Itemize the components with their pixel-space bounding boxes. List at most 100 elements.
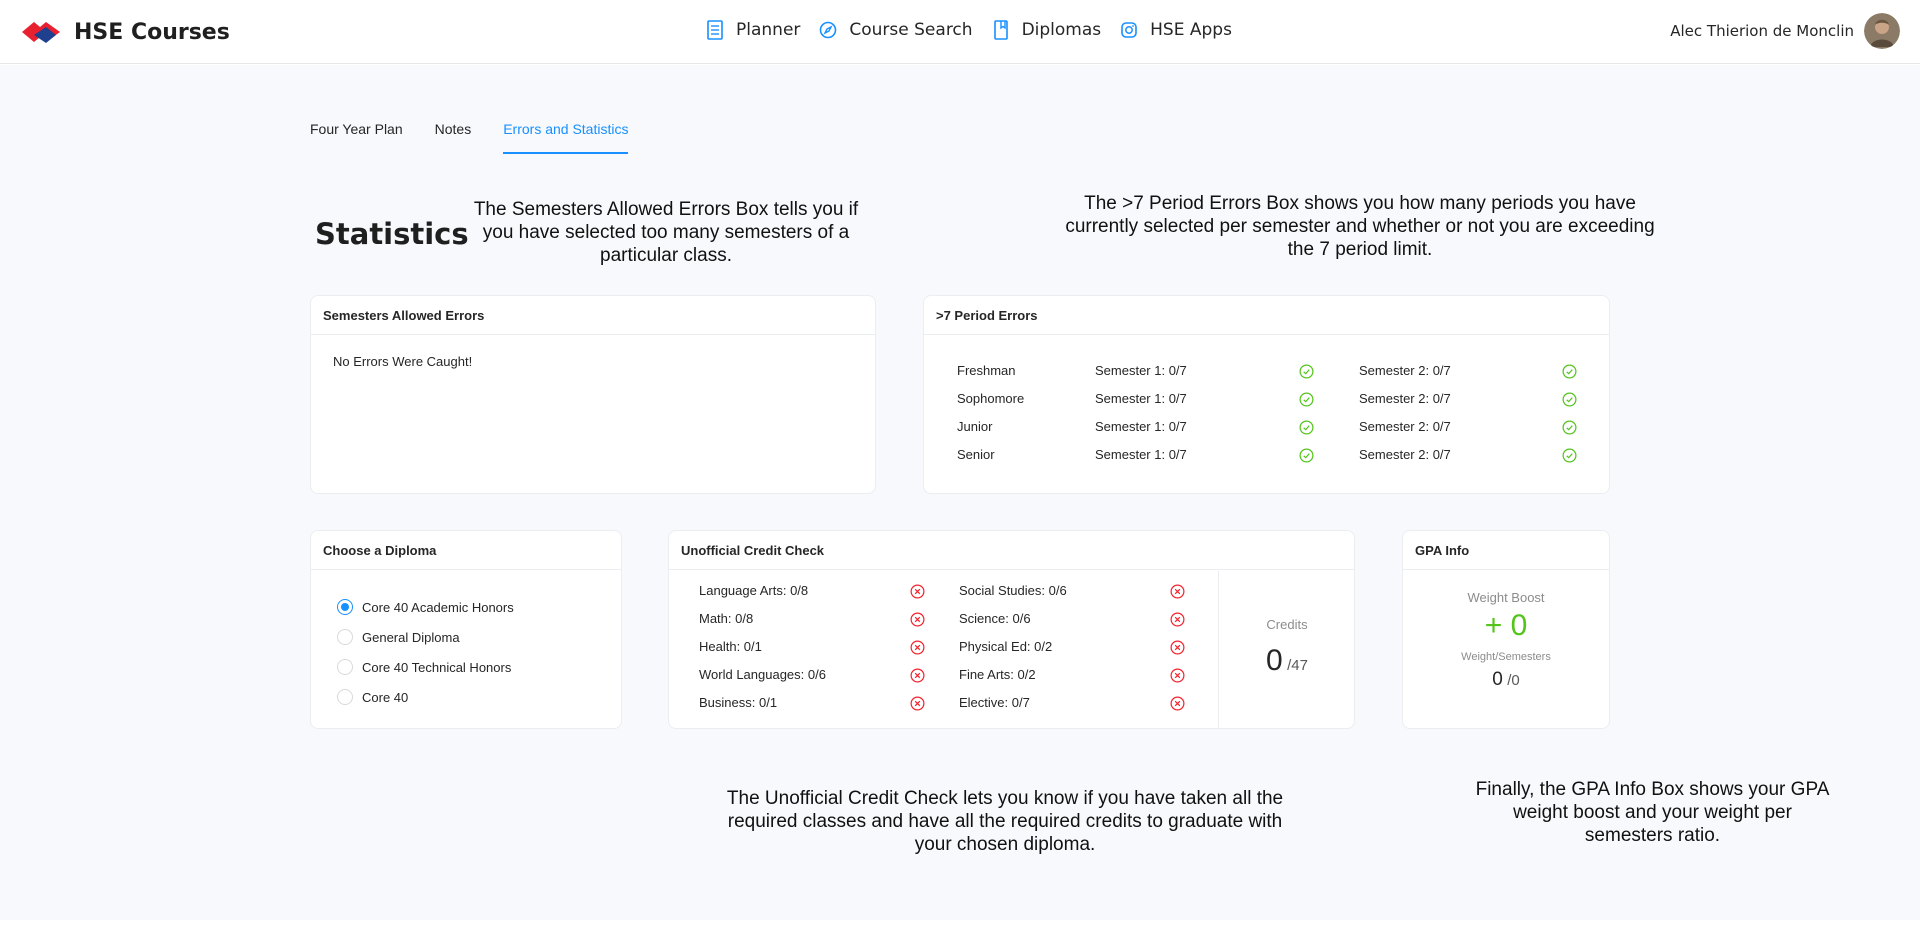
nav-hse-apps-label: HSE Apps [1150, 20, 1232, 40]
check-circle-icon [1299, 392, 1314, 407]
tab-four-year-plan[interactable]: Four Year Plan [310, 121, 403, 154]
nav-course-search[interactable]: Course Search [819, 20, 973, 40]
nav-diplomas[interactable]: Diplomas [992, 20, 1102, 40]
period-semester-2: Semester 2: 0/7 [1359, 447, 1451, 462]
main-nav: Planner Course Search Diplomas HSE Apps [706, 20, 1251, 40]
period-semester-1: Semester 1: 0/7 [1095, 419, 1187, 434]
tab-errors-and-statistics[interactable]: Errors and Statistics [503, 121, 629, 154]
weight-boost-label: Weight Boost [1467, 590, 1545, 605]
diploma-title: Choose a Diploma [311, 531, 621, 570]
check-circle-icon [1299, 448, 1314, 463]
close-circle-icon [1170, 584, 1185, 599]
weight-boost-value: + 0 [1484, 609, 1528, 642]
close-circle-icon [1170, 668, 1185, 683]
period-row-senior: Senior Semester 1: 0/7 Semester 2: 0/7 [924, 447, 1609, 475]
period-row-junior: Junior Semester 1: 0/7 Semester 2: 0/7 [924, 419, 1609, 447]
gpa-info-body: Weight Boost + 0 Weight/Semesters 0 /0 [1403, 590, 1609, 691]
nav-planner-label: Planner [736, 20, 801, 40]
period-errors-list: Freshman Semester 1: 0/7 Semester 2: 0/7… [924, 335, 1609, 475]
gpa-info-title: GPA Info [1403, 531, 1609, 570]
user-name: Alec Thierion de Monclin [1670, 22, 1854, 40]
period-errors-title: >7 Period Errors [924, 296, 1609, 335]
credit-item: Health: 0/1 [699, 639, 762, 654]
diploma-radio-group: Core 40 Academic Honors General Diploma … [311, 570, 621, 712]
compass-icon [820, 21, 837, 39]
credits-label: Credits [1266, 617, 1308, 632]
check-circle-icon [1562, 364, 1577, 379]
semesters-allowed-message: No Errors Were Caught! [333, 354, 473, 369]
diploma-option-label: Core 40 [362, 689, 409, 705]
credits-total: Credits 0 /47 [1219, 571, 1355, 729]
credit-item: Language Arts: 0/8 [699, 583, 809, 598]
period-semester-2: Semester 2: 0/7 [1359, 363, 1451, 378]
period-row-freshman: Freshman Semester 1: 0/7 Semester 2: 0/7 [924, 363, 1609, 391]
page-title: Statistics [315, 217, 469, 251]
nav-hse-apps[interactable]: HSE Apps [1120, 20, 1232, 40]
period-year: Sophomore [957, 391, 1025, 406]
close-circle-icon [910, 696, 925, 711]
page-content: Four Year Plan Notes Errors and Statisti… [0, 65, 1920, 920]
radio-selected[interactable] [337, 599, 353, 615]
tab-notes[interactable]: Notes [435, 121, 472, 154]
diploma-option-label: Core 40 Academic Honors [362, 599, 514, 615]
user-menu[interactable]: Alec Thierion de Monclin [1670, 13, 1900, 49]
credit-item: Elective: 0/7 [959, 695, 1030, 710]
diploma-option-core-40[interactable]: Core 40 [337, 682, 621, 712]
diploma-option-label: Core 40 Technical Honors [362, 659, 512, 675]
period-year: Freshman [957, 363, 1016, 378]
credit-check-title: Unofficial Credit Check [669, 531, 1354, 570]
diploma-option-core-40-technical-honors[interactable]: Core 40 Technical Honors [337, 652, 621, 682]
close-circle-icon [1170, 640, 1185, 655]
instagram-icon [1121, 22, 1137, 38]
period-semester-2: Semester 2: 0/7 [1359, 391, 1451, 406]
credits-max: /47 [1287, 657, 1308, 674]
period-semester-2: Semester 2: 0/7 [1359, 419, 1451, 434]
annotation-credits: The Unofficial Credit Check lets you kno… [726, 788, 1284, 855]
radio-unselected[interactable] [337, 629, 353, 645]
period-semester-1: Semester 1: 0/7 [1095, 391, 1187, 406]
period-errors-card: >7 Period Errors Freshman Semester 1: 0/… [923, 295, 1610, 494]
credit-item: Fine Arts: 0/2 [959, 667, 1036, 682]
avatar[interactable] [1864, 13, 1900, 49]
diploma-option-general-diploma[interactable]: General Diploma [337, 622, 621, 652]
plan-tabs: Four Year Plan Notes Errors and Statisti… [310, 121, 660, 154]
check-circle-icon [1562, 448, 1577, 463]
check-circle-icon [1299, 420, 1314, 435]
credit-item: Business: 0/1 [699, 695, 778, 710]
check-circle-icon [1562, 392, 1577, 407]
annotation-gpa: Finally, the GPA Info Box shows your GPA… [1475, 779, 1830, 846]
nav-diplomas-label: Diplomas [1021, 20, 1102, 40]
credits-value: 0 [1266, 644, 1283, 677]
app-name: HSE Courses [74, 19, 230, 45]
annotation-semesters: The Semesters Allowed Errors Box tells y… [473, 199, 859, 266]
close-circle-icon [910, 584, 925, 599]
period-year: Senior [957, 447, 995, 462]
diploma-option-label: General Diploma [362, 629, 460, 645]
credit-requirements: Language Arts: 0/8 Math: 0/8 Health: 0/1… [669, 571, 1218, 729]
top-header: HSE Courses Planner Course Search Diplom… [0, 0, 1920, 64]
credit-item: Math: 0/8 [699, 611, 754, 626]
close-circle-icon [1170, 696, 1185, 711]
radio-unselected[interactable] [337, 689, 353, 705]
period-semester-1: Semester 1: 0/7 [1095, 447, 1187, 462]
nav-course-search-label: Course Search [849, 20, 973, 40]
semesters-allowed-card: Semesters Allowed Errors No Errors Were … [310, 295, 876, 494]
credit-item: World Languages: 0/6 [699, 667, 826, 682]
diploma-option-core-40-academic-honors[interactable]: Core 40 Academic Honors [337, 592, 621, 622]
planner-icon [707, 20, 723, 40]
weight-semesters-max: /0 [1507, 672, 1520, 689]
weight-semesters-label: Weight/Semesters [1461, 651, 1551, 663]
close-circle-icon [910, 668, 925, 683]
semesters-allowed-title: Semesters Allowed Errors [311, 296, 875, 335]
weight-semesters-value: 0 [1492, 669, 1503, 690]
period-year: Junior [957, 419, 993, 434]
nav-planner[interactable]: Planner [706, 20, 800, 40]
annotation-periods: The >7 Period Errors Box shows you how m… [1065, 193, 1655, 260]
brand[interactable]: HSE Courses [20, 18, 230, 46]
book-icon [993, 20, 1008, 40]
radio-unselected[interactable] [337, 659, 353, 675]
weight-semesters-value-group: 0 /0 [1403, 669, 1609, 691]
credit-item: Science: 0/6 [959, 611, 1031, 626]
hse-logo-icon [22, 22, 60, 43]
gpa-info-card: GPA Info Weight Boost + 0 Weight/Semeste… [1402, 530, 1610, 729]
